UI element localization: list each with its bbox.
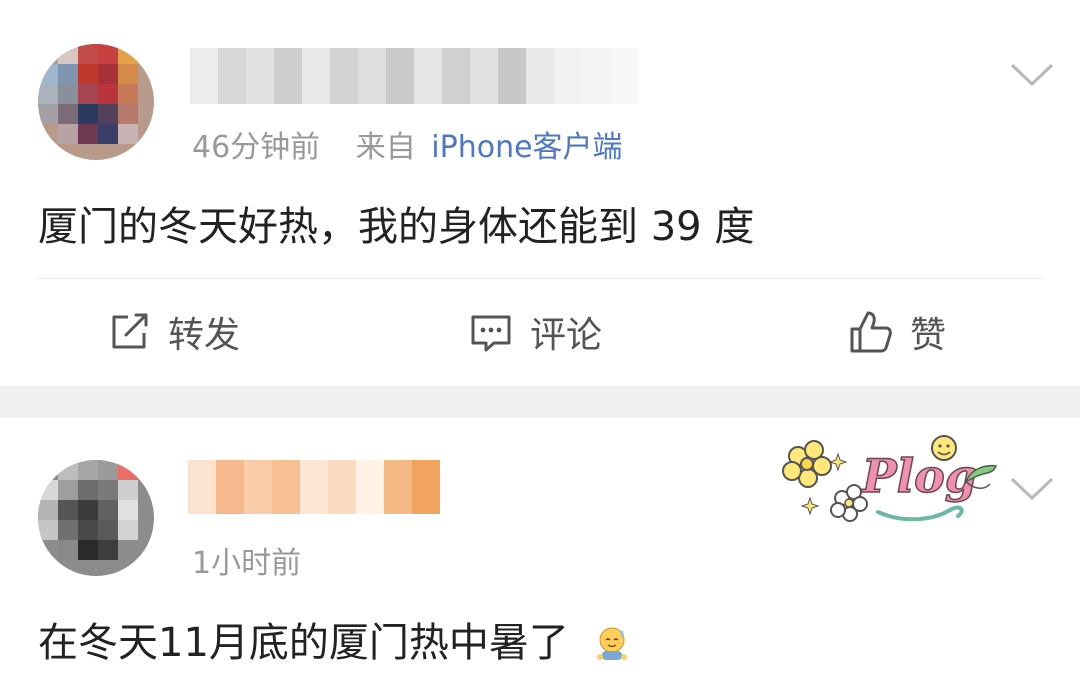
like-icon — [850, 311, 892, 353]
post-time: 46分钟前 — [192, 130, 321, 165]
comment-icon — [471, 315, 511, 352]
post-text: 厦门的冬天好热，我的身体还能到 39 度 — [38, 204, 755, 250]
chevron-down-icon[interactable] — [1010, 62, 1054, 88]
post-text: 在冬天11月底的厦门热中暑了 — [38, 610, 630, 668]
repost-label: 转发 — [168, 315, 241, 356]
plog-badge: Plog — [782, 435, 998, 522]
repost-button[interactable]: 转发 — [106, 306, 240, 358]
repost-icon — [112, 313, 148, 349]
post-text-content: 在冬天11月底的厦门热中暑了 — [38, 620, 569, 666]
avatar[interactable] — [38, 44, 154, 160]
avatar[interactable] — [38, 460, 154, 576]
smiley-icon — [931, 435, 957, 461]
source-link[interactable]: iPhone客户端 — [431, 130, 622, 165]
sweat-emoji — [596, 627, 627, 660]
post-meta: 46分钟前 来自 iPhone客户端 — [192, 122, 623, 166]
divider — [38, 278, 1042, 279]
post-time: 1小时前 — [192, 546, 302, 581]
feed-separator — [0, 386, 1080, 418]
username-blurred[interactable] — [188, 460, 440, 514]
plog-text: Plog — [860, 449, 977, 503]
flower-icon — [782, 440, 832, 488]
comment-button[interactable]: 评论 — [468, 306, 602, 358]
comment-label: 评论 — [530, 315, 603, 356]
post-meta: 1小时前 — [192, 538, 301, 582]
like-label: 赞 — [910, 315, 947, 356]
like-button[interactable]: 赞 — [848, 306, 946, 358]
source-prefix: 来自 — [355, 130, 416, 165]
feed-post[interactable]: 1小时前 Plog 在冬天11月底的厦门热中暑了 — [0, 418, 1080, 692]
username-blurred[interactable] — [190, 48, 638, 104]
chevron-down-icon[interactable] — [1010, 476, 1054, 502]
feed-post[interactable]: 46分钟前 来自 iPhone客户端 厦门的冬天好热，我的身体还能到 39 度 … — [0, 0, 1080, 386]
